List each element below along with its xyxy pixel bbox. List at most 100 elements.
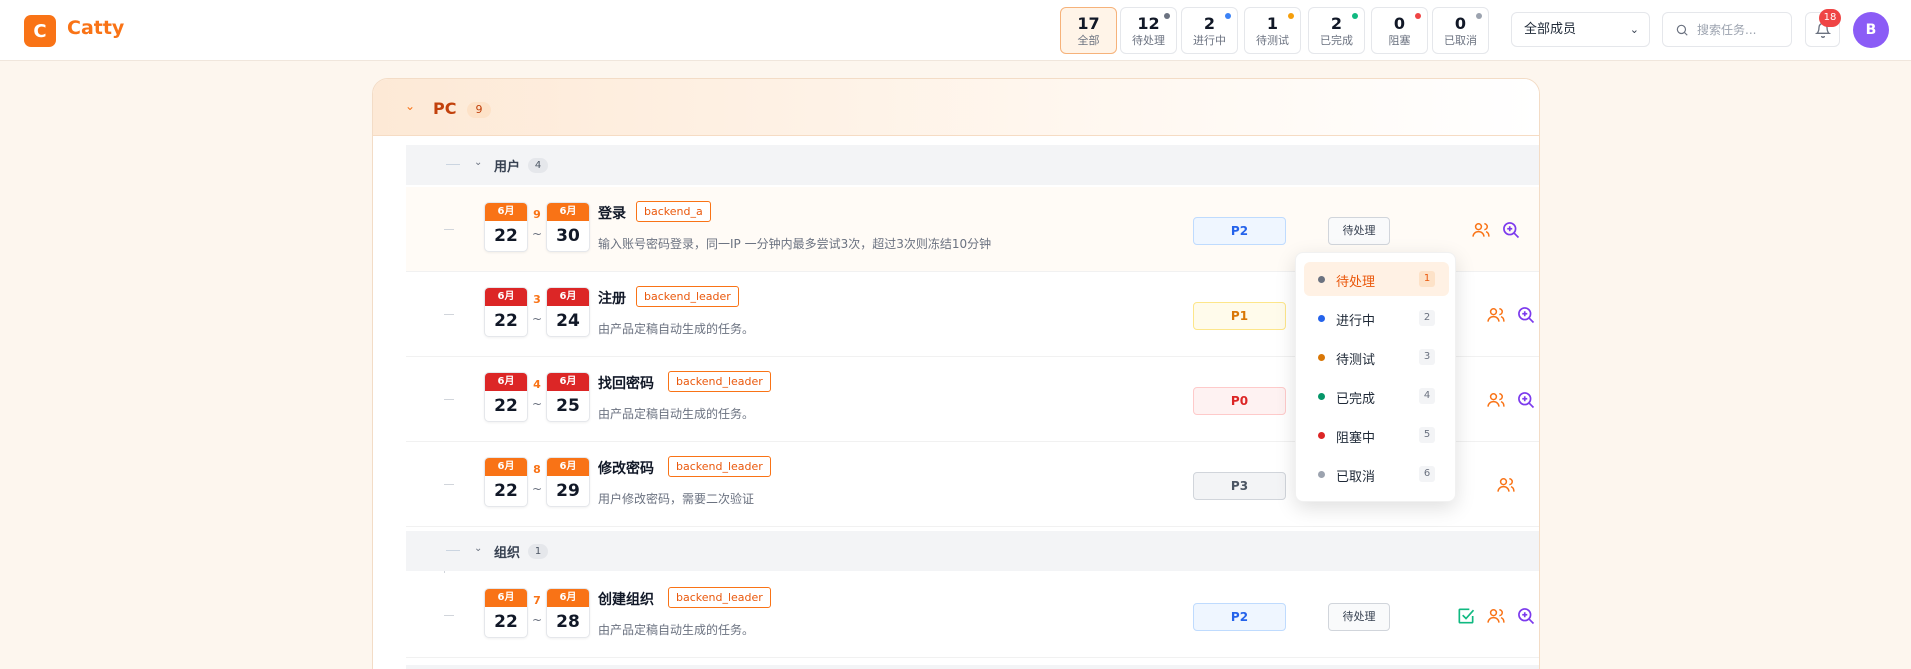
status-option-in-progress[interactable]: 进行中 2 [1304, 301, 1449, 335]
users-icon[interactable] [1471, 220, 1491, 240]
shortcut-key: 3 [1419, 349, 1435, 365]
date-separator: ~ [531, 482, 543, 496]
zoom-in-icon[interactable] [1516, 305, 1536, 325]
priority-badge[interactable]: P2 [1193, 217, 1286, 245]
stat-blocked[interactable]: 0 阻塞 [1371, 7, 1428, 54]
calendar-day: 30 [556, 226, 580, 246]
calendar-month: 6月 [547, 373, 589, 391]
status-option-blocked[interactable]: 阻塞中 5 [1304, 418, 1449, 452]
stat-all[interactable]: 17 全部 [1060, 7, 1117, 54]
assignee-tag: backend_leader [636, 286, 739, 307]
shortcut-key: 6 [1419, 466, 1435, 482]
tree-connector [444, 399, 454, 400]
priority-badge[interactable]: P1 [1193, 302, 1286, 330]
users-icon[interactable] [1486, 305, 1506, 325]
task-title[interactable]: 创建组织 [598, 589, 654, 609]
end-date-calendar: 6月 24 [546, 287, 590, 337]
duration-days: 9 [533, 208, 541, 221]
chevron-down-icon[interactable]: ⌄ [405, 99, 415, 113]
search-input[interactable] [1697, 21, 1785, 39]
search-icon [1676, 24, 1688, 36]
stat-pending[interactable]: 12 待处理 [1120, 7, 1177, 54]
status-option-testing[interactable]: 待测试 3 [1304, 340, 1449, 374]
shortcut-key: 2 [1419, 310, 1435, 326]
status-dropdown-menu: 待处理 1 进行中 2 待测试 3 已完成 4 阻塞中 5 已取消 6 [1295, 252, 1456, 502]
status-option-label: 阻塞中 [1336, 431, 1376, 446]
chevron-down-icon[interactable]: ⌄ [474, 543, 482, 554]
users-icon[interactable] [1496, 475, 1516, 495]
date-separator: ~ [531, 227, 543, 241]
status-dot [1352, 13, 1358, 19]
chevron-down-icon: ⌄ [1629, 23, 1639, 36]
status-dot [1164, 13, 1170, 19]
task-description: 输入账号密码登录，同一IP 一分钟内最多尝试3次，超过3次则冻结10分钟 [598, 237, 992, 251]
search-box[interactable] [1662, 12, 1792, 47]
start-date-calendar: 6月 22 [484, 372, 528, 422]
start-date-calendar: 6月 22 [484, 457, 528, 507]
stat-testing[interactable]: 1 待测试 [1244, 7, 1301, 54]
task-row[interactable]: 6月 22 7 ~ 6月 28 创建组织 backend_leader 由产品定稿自… [406, 573, 1539, 658]
end-date-calendar: 6月 28 [546, 588, 590, 638]
group-header-pc[interactable]: ⌄ PC 9 [373, 79, 1539, 136]
calendar-day: 25 [556, 396, 580, 416]
calendar-month: 6月 [485, 288, 527, 306]
status-button[interactable]: 待处理 [1328, 217, 1390, 245]
task-title[interactable]: 登录 [598, 203, 626, 223]
duration-days: 4 [533, 378, 541, 391]
status-dot [1318, 471, 1325, 478]
stat-in-progress[interactable]: 2 进行中 [1181, 7, 1238, 54]
stat-label: 待测试 [1256, 34, 1289, 47]
status-option-pending[interactable]: 待处理 1 [1304, 262, 1449, 296]
calendar-month: 6月 [485, 373, 527, 391]
stat-cancelled[interactable]: 0 已取消 [1432, 7, 1489, 54]
subgroup-title: 用户 [494, 160, 521, 175]
check-square-icon[interactable] [1456, 606, 1476, 626]
duration-days: 7 [533, 594, 541, 607]
task-description: 由产品定稿自动生成的任务。 [598, 407, 755, 421]
status-dot [1288, 13, 1294, 19]
task-title[interactable]: 找回密码 [598, 373, 654, 393]
member-filter-value: 全部成员 [1524, 22, 1577, 37]
app-logo[interactable]: C [24, 15, 56, 47]
priority-badge[interactable]: P2 [1193, 603, 1286, 631]
stat-label: 进行中 [1193, 34, 1226, 47]
start-date-calendar: 6月 22 [484, 287, 528, 337]
calendar-month: 6月 [485, 458, 527, 476]
chevron-down-icon[interactable]: ⌄ [474, 157, 482, 168]
shortcut-key: 5 [1419, 427, 1435, 443]
calendar-day: 28 [556, 612, 580, 632]
priority-badge[interactable]: P0 [1193, 387, 1286, 415]
calendar-month: 6月 [547, 589, 589, 607]
start-date-calendar: 6月 22 [484, 202, 528, 252]
subgroup-header-user[interactable]: ⌄ 用户 4 [406, 145, 1539, 185]
stat-completed[interactable]: 2 已完成 [1308, 7, 1365, 54]
assignee-tag: backend_leader [668, 456, 771, 477]
shortcut-key: 4 [1419, 388, 1435, 404]
zoom-in-icon[interactable] [1501, 220, 1521, 240]
priority-badge[interactable]: P3 [1193, 472, 1286, 500]
assignee-tag: backend_a [636, 201, 711, 222]
calendar-day: 24 [556, 311, 580, 331]
member-filter-select[interactable]: 全部成员 ⌄ [1511, 12, 1650, 47]
status-button[interactable]: 待处理 [1328, 603, 1390, 631]
tree-connector [446, 550, 460, 551]
users-icon[interactable] [1486, 390, 1506, 410]
status-dot [1318, 432, 1325, 439]
zoom-in-icon[interactable] [1516, 606, 1536, 626]
duration-days: 8 [533, 463, 541, 476]
status-option-completed[interactable]: 已完成 4 [1304, 379, 1449, 413]
zoom-in-icon[interactable] [1516, 390, 1536, 410]
date-separator: ~ [531, 397, 543, 411]
tree-connector [444, 484, 454, 485]
user-avatar[interactable]: B [1853, 12, 1889, 48]
task-title[interactable]: 修改密码 [598, 458, 654, 478]
shortcut-key: 1 [1419, 271, 1435, 287]
calendar-month: 6月 [547, 288, 589, 306]
assignee-tag: backend_leader [668, 371, 771, 392]
subgroup-header-org[interactable]: ⌄ 组织 1 [406, 531, 1539, 571]
notification-badge: 18 [1819, 9, 1841, 27]
status-option-cancelled[interactable]: 已取消 6 [1304, 457, 1449, 491]
task-title[interactable]: 注册 [598, 288, 626, 308]
users-icon[interactable] [1486, 606, 1506, 626]
date-separator: ~ [531, 613, 543, 627]
